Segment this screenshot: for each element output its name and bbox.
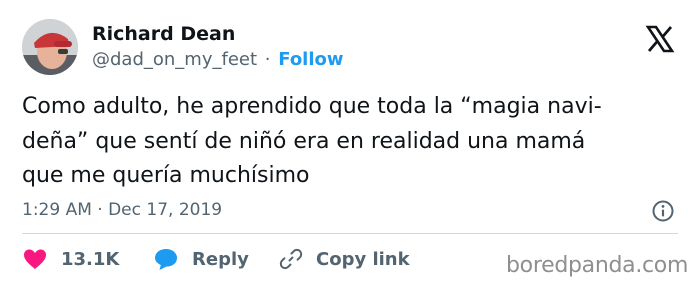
reply-button[interactable]: Reply — [153, 247, 249, 271]
like-count: 13.1K — [61, 248, 120, 270]
avatar[interactable] — [22, 19, 78, 75]
copy-link-label: Copy link — [316, 248, 410, 270]
tweet-text-line: que me quería muchísimo — [22, 163, 310, 188]
like-button[interactable]: 13.1K — [22, 247, 119, 271]
tweet-text-line: deña” que sentí de niñó era en realidad … — [22, 128, 586, 154]
divider — [22, 233, 678, 234]
tweet-text: Como adulto, he aprendido que toda la “m… — [22, 90, 682, 194]
handle-separator: · — [264, 49, 271, 70]
follow-button[interactable]: Follow — [278, 49, 343, 70]
copy-link-button[interactable]: Copy link — [279, 247, 410, 271]
tweet-timestamp[interactable]: 1:29 AM · Dec 17, 2019 — [22, 200, 222, 220]
handle-row: @dad_on_my_feet · Follow — [92, 49, 344, 70]
author-name[interactable]: Richard Dean — [92, 23, 235, 45]
info-icon[interactable] — [651, 199, 675, 223]
reply-label: Reply — [192, 248, 249, 270]
watermark: boredpanda.com — [506, 253, 689, 278]
author-handle[interactable]: @dad_on_my_feet — [92, 49, 257, 70]
link-icon — [279, 248, 303, 270]
x-logo-icon[interactable] — [645, 24, 675, 54]
speech-bubble-icon — [155, 249, 177, 270]
tweet-text-line: Como adulto, he aprendido que toda la “m… — [22, 94, 602, 119]
heart-icon — [24, 249, 46, 269]
